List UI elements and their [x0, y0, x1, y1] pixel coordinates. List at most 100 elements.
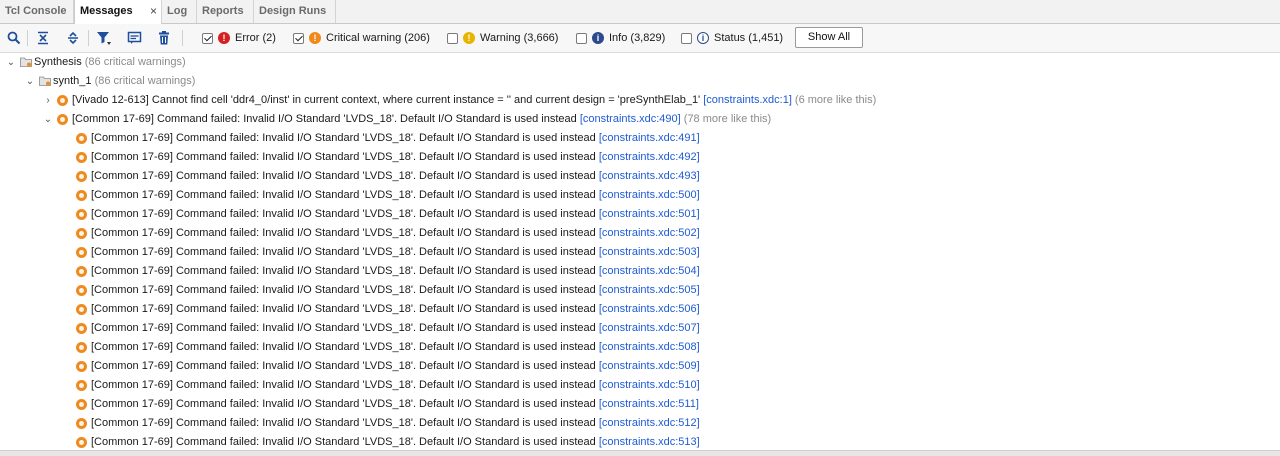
tab-label: Log [167, 5, 188, 17]
critical-warning-icon [76, 399, 87, 410]
message-row[interactable]: [Common 17-69] Command failed: Invalid I… [0, 414, 1280, 433]
message-row[interactable]: [Common 17-69] Command failed: Invalid I… [0, 300, 1280, 319]
critical-warning-icon [76, 323, 87, 334]
source-link[interactable]: [constraints.xdc:505] [599, 284, 700, 296]
message-row[interactable]: [Common 17-69] Command failed: Invalid I… [0, 243, 1280, 262]
warning-icon: ! [463, 32, 475, 44]
delete-button[interactable] [154, 28, 174, 48]
tab-bar: Tcl Console Messages × Log Reports Design… [0, 0, 1280, 24]
filter-info[interactable]: i Info (3,829) [576, 30, 665, 46]
message-text: [Vivado 12-613] Cannot find cell 'ddr4_0… [72, 94, 877, 106]
status-checkbox[interactable] [681, 32, 692, 44]
tab-design-runs[interactable]: Design Runs [254, 0, 336, 23]
source-link[interactable]: [constraints.xdc:501] [599, 208, 700, 220]
critical-warning-icon [76, 418, 87, 429]
chevron-down-icon[interactable]: ⌄ [43, 110, 53, 129]
source-link[interactable]: [constraints.xdc:507] [599, 322, 700, 334]
message-text: [Common 17-69] Command failed: Invalid I… [91, 265, 700, 277]
message-row[interactable]: ⌄ [Common 17-69] Command failed: Invalid… [0, 110, 1280, 129]
tree-node-synth-1[interactable]: ⌄ synth_1 (86 critical warnings) [0, 72, 1280, 91]
close-icon[interactable]: × [150, 0, 157, 23]
group-messages-button[interactable] [124, 28, 144, 48]
filter-warning[interactable]: ! Warning (3,666) [447, 30, 558, 46]
message-text: [Common 17-69] Command failed: Invalid I… [91, 360, 700, 372]
message-text: [Common 17-69] Command failed: Invalid I… [91, 398, 699, 410]
info-icon: i [592, 32, 604, 44]
message-text: [Common 17-69] Command failed: Invalid I… [91, 227, 700, 239]
message-row[interactable]: [Common 17-69] Command failed: Invalid I… [0, 167, 1280, 186]
tab-reports[interactable]: Reports [197, 0, 254, 23]
critical-warning-icon [76, 361, 87, 372]
source-link[interactable]: [constraints.xdc:491] [599, 132, 700, 144]
source-link[interactable]: [constraints.xdc:1] [703, 94, 792, 106]
message-row[interactable]: [Common 17-69] Command failed: Invalid I… [0, 319, 1280, 338]
filter-error[interactable]: ! Error (2) [202, 30, 276, 46]
message-row[interactable]: [Common 17-69] Command failed: Invalid I… [0, 395, 1280, 414]
messages-tree: ⌄ Synthesis (86 critical warnings) ⌄ syn… [0, 53, 1280, 450]
message-row[interactable]: [Common 17-69] Command failed: Invalid I… [0, 186, 1280, 205]
error-icon: ! [218, 32, 230, 44]
toolbar-divider [88, 30, 89, 46]
info-checkbox[interactable] [576, 32, 587, 44]
horizontal-scrollbar[interactable] [0, 450, 1280, 456]
message-row[interactable]: [Common 17-69] Command failed: Invalid I… [0, 224, 1280, 243]
toolbar-divider [182, 30, 183, 46]
warning-checkbox[interactable] [447, 32, 458, 44]
source-link[interactable]: [constraints.xdc:508] [599, 341, 700, 353]
source-link[interactable]: [constraints.xdc:504] [599, 265, 700, 277]
expand-all-icon [68, 31, 78, 45]
message-row[interactable]: [Common 17-69] Command failed: Invalid I… [0, 262, 1280, 281]
message-row[interactable]: [Common 17-69] Command failed: Invalid I… [0, 376, 1280, 395]
message-row[interactable]: [Common 17-69] Command failed: Invalid I… [0, 148, 1280, 167]
source-link[interactable]: [constraints.xdc:509] [599, 360, 700, 372]
source-link[interactable]: [constraints.xdc:502] [599, 227, 700, 239]
critical-warning-icon [76, 247, 87, 258]
chevron-right-icon[interactable]: › [43, 91, 53, 110]
source-link[interactable]: [constraints.xdc:506] [599, 303, 700, 315]
source-link[interactable]: [constraints.xdc:490] [580, 113, 681, 125]
critical-warning-checkbox[interactable] [293, 32, 304, 44]
tab-log[interactable]: Log [162, 0, 197, 23]
chevron-down-icon[interactable]: ⌄ [6, 53, 16, 72]
message-text: [Common 17-69] Command failed: Invalid I… [91, 417, 700, 429]
filter-error-label: Error (2) [235, 32, 276, 44]
expand-all-button[interactable] [63, 28, 83, 48]
source-link[interactable]: [constraints.xdc:510] [599, 379, 700, 391]
critical-warning-icon [76, 266, 87, 277]
tab-messages[interactable]: Messages × [74, 0, 162, 24]
message-row[interactable]: › [Vivado 12-613] Cannot find cell 'ddr4… [0, 91, 1280, 110]
collapse-all-button[interactable] [33, 28, 53, 48]
folder-icon [20, 57, 32, 67]
message-row[interactable]: [Common 17-69] Command failed: Invalid I… [0, 338, 1280, 357]
messages-toolbar: ! Error (2) ! Critical warning (206) ! W… [0, 24, 1280, 53]
chevron-down-icon[interactable]: ⌄ [25, 72, 35, 91]
critical-warning-icon [76, 380, 87, 391]
message-row[interactable]: [Common 17-69] Command failed: Invalid I… [0, 205, 1280, 224]
filter-status[interactable]: i Status (1,451) [681, 30, 783, 46]
error-checkbox[interactable] [202, 32, 213, 44]
source-link[interactable]: [constraints.xdc:500] [599, 189, 700, 201]
message-text: [Common 17-69] Command failed: Invalid I… [72, 113, 772, 125]
tree-node-label: Synthesis (86 critical warnings) [34, 56, 186, 68]
critical-warning-icon: ! [309, 32, 321, 44]
message-text: [Common 17-69] Command failed: Invalid I… [91, 379, 700, 391]
tree-node-synthesis[interactable]: ⌄ Synthesis (86 critical warnings) [0, 53, 1280, 72]
source-link[interactable]: [constraints.xdc:493] [599, 170, 700, 182]
source-link[interactable]: [constraints.xdc:492] [599, 151, 700, 163]
message-row[interactable]: [Common 17-69] Command failed: Invalid I… [0, 357, 1280, 376]
filter-critical-warning[interactable]: ! Critical warning (206) [293, 30, 430, 46]
message-text: [Common 17-69] Command failed: Invalid I… [91, 132, 700, 144]
source-link[interactable]: [constraints.xdc:503] [599, 246, 700, 258]
filter-status-label: Status (1,451) [714, 32, 784, 44]
filter-warning-label: Warning (3,666) [480, 32, 559, 44]
source-link[interactable]: [constraints.xdc:513] [599, 436, 700, 448]
source-link[interactable]: [constraints.xdc:512] [599, 417, 700, 429]
tab-tcl-console[interactable]: Tcl Console [0, 0, 74, 23]
show-all-button[interactable]: Show All [795, 27, 863, 48]
search-button[interactable] [4, 28, 24, 48]
message-row[interactable]: [Common 17-69] Command failed: Invalid I… [0, 281, 1280, 300]
tree-node-label: synth_1 (86 critical warnings) [53, 75, 196, 87]
source-link[interactable]: [constraints.xdc:511] [599, 398, 699, 410]
filter-button[interactable] [94, 28, 114, 48]
message-row[interactable]: [Common 17-69] Command failed: Invalid I… [0, 129, 1280, 148]
